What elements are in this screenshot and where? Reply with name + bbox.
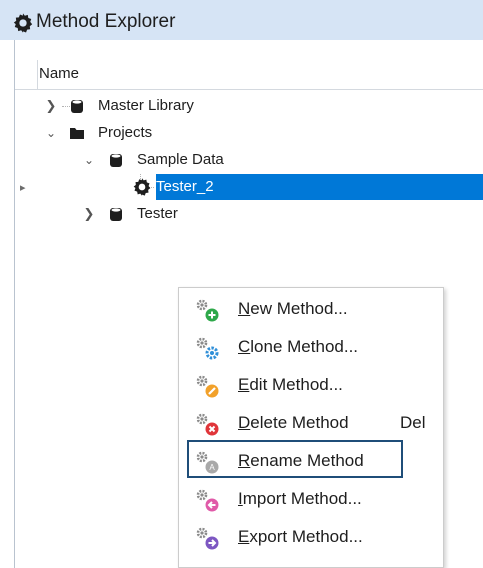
menu-item-clone-method[interactable]: Clone Method...	[179, 329, 443, 365]
menu-item-new-method[interactable]: New Method...	[179, 291, 443, 327]
tree-item-label: Master Library	[98, 97, 194, 114]
menu-item-label: Delete Method	[238, 413, 349, 432]
tree-item-tester[interactable]: ❯ Tester	[80, 201, 480, 227]
menu-item-label: Export Method...	[238, 527, 363, 546]
tree-item-label: Tester_2	[156, 178, 214, 195]
column-header: Name	[15, 60, 483, 90]
tree-item-sample-data[interactable]: ⌄ Sample Data	[80, 147, 480, 173]
window-title: Method Explorer	[36, 11, 176, 32]
menu-item-export-method[interactable]: Export Method...	[179, 519, 443, 555]
current-row-indicator-icon: ▸	[20, 182, 26, 194]
folder-icon	[70, 128, 84, 139]
menu-item-import-method[interactable]: Import Method...	[179, 481, 443, 517]
context-menu: New Method... Clone Method... Edit Metho…	[178, 287, 444, 568]
menu-item-label: Edit Method...	[238, 375, 343, 394]
tree-item-projects[interactable]: ⌄ Projects	[40, 120, 480, 146]
import-method-icon	[196, 489, 219, 512]
column-header-name[interactable]: Name	[39, 65, 79, 83]
menu-item-delete-method[interactable]: Delete Method Del	[179, 405, 443, 441]
window-titlebar: Method Explorer	[0, 0, 483, 40]
menu-item-shortcut: Del	[400, 413, 426, 432]
edit-method-icon	[196, 375, 219, 398]
clone-method-icon	[196, 337, 219, 360]
export-method-icon	[196, 527, 219, 550]
tree-item-master-library[interactable]: ❯ Master Library	[40, 93, 480, 119]
chevron-down-icon[interactable]: ⌄	[82, 147, 96, 173]
gear-icon	[133, 178, 151, 196]
menu-item-edit-method[interactable]: Edit Method...	[179, 367, 443, 403]
delete-method-icon	[196, 413, 219, 436]
database-icon	[71, 100, 83, 113]
tree-item-label: Tester	[137, 205, 178, 222]
menu-item-label: Import Method...	[238, 489, 362, 508]
menu-focus-outline	[187, 440, 403, 478]
menu-item-label: Clone Method...	[238, 337, 359, 356]
chevron-right-icon[interactable]: ❯	[44, 93, 58, 119]
tree-item-tester-2[interactable]: Tester_2	[132, 174, 480, 200]
database-icon	[110, 154, 122, 167]
menu-item-label: New Method...	[238, 299, 348, 318]
database-icon	[110, 208, 122, 221]
chevron-right-icon[interactable]: ❯	[82, 201, 96, 227]
column-divider	[37, 60, 38, 89]
gear-icon	[13, 13, 33, 33]
tree-item-label: Projects	[98, 124, 153, 141]
tree-item-label: Sample Data	[137, 151, 224, 168]
new-method-icon	[196, 299, 219, 322]
chevron-down-icon[interactable]: ⌄	[44, 120, 58, 146]
